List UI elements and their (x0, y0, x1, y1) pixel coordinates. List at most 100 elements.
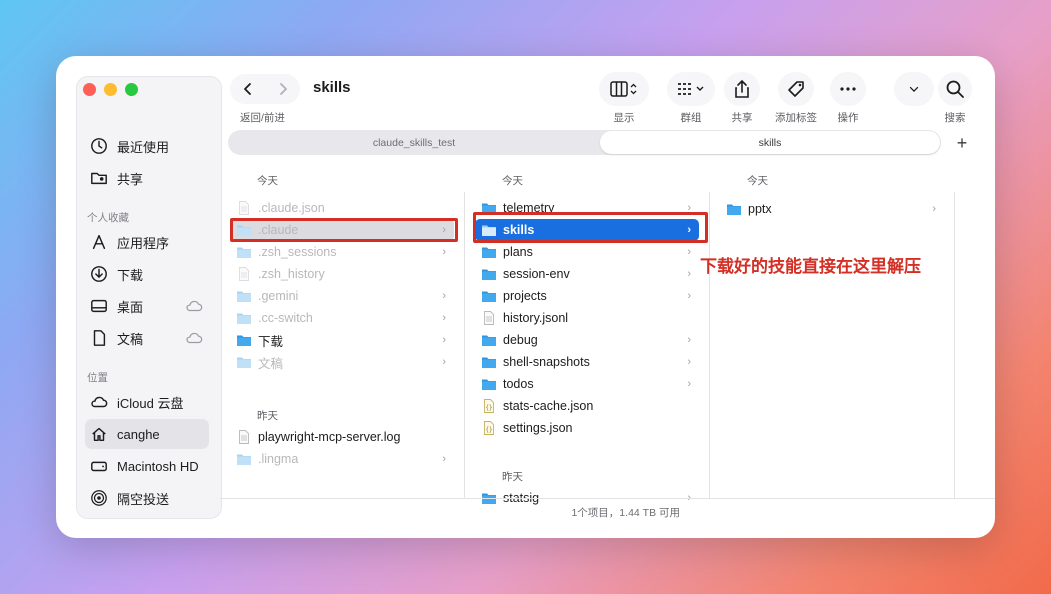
json-file-icon: {} (484, 421, 494, 435)
add-tag-button[interactable] (778, 72, 814, 106)
minimize-window-button[interactable] (104, 83, 117, 96)
annotation-text: 下载好的技能直接在这里解压 (700, 257, 921, 276)
sidebar-item-icloud[interactable]: iCloud 云盘 (85, 387, 209, 417)
folder-row[interactable]: .cc-switch › (230, 307, 454, 329)
group-button[interactable] (667, 72, 715, 106)
nav-button-group (230, 74, 300, 104)
item-name: pptx (748, 202, 772, 216)
folder-row[interactable]: plans › (475, 241, 699, 263)
more-dropdown-button[interactable] (894, 72, 934, 106)
sidebar-item-label: 隔空投送 (117, 491, 170, 507)
close-window-button[interactable] (83, 83, 96, 96)
tab-skills[interactable]: skills (600, 131, 940, 154)
sidebar-item-label: 最近使用 (117, 139, 170, 155)
folder-row[interactable]: shell-snapshots › (475, 351, 699, 373)
folder-row[interactable]: session-env › (475, 263, 699, 285)
chevron-right-icon: › (442, 356, 446, 368)
favorites-heading: 个人收藏 (87, 212, 129, 224)
document-icon (89, 328, 109, 348)
sidebar-item-label: 共享 (117, 171, 144, 187)
item-name: .claude.json (258, 201, 325, 215)
clock-icon (89, 136, 109, 156)
item-name: todos (503, 377, 534, 391)
item-name: session-env (503, 267, 570, 281)
sidebar-item-label: Macintosh HD (117, 458, 199, 474)
col1-yesterday-heading: 昨天 (257, 410, 278, 422)
add-tab-button[interactable]: + (952, 133, 972, 153)
back-button[interactable] (230, 74, 265, 104)
folder-row[interactable]: .lingma › (230, 448, 454, 470)
icloud-status-icon (186, 332, 203, 344)
shared-folder-icon (89, 168, 109, 188)
sidebar-item-documents[interactable]: 文稿 (85, 323, 209, 353)
finder-window: 最近使用 共享 个人收藏 应用程序 下载 桌面 文稿 位置 iCloud 云盘 … (56, 56, 995, 538)
folder-icon (237, 454, 251, 465)
chevron-right-icon: › (442, 246, 446, 258)
sidebar-item-shared[interactable]: 共享 (85, 163, 209, 193)
forward-button[interactable] (265, 74, 300, 104)
search-button[interactable] (938, 72, 972, 106)
tab-claude-skills-test[interactable]: claude_skills_test (228, 130, 600, 155)
chevron-right-icon: › (932, 203, 936, 215)
folder-row[interactable]: debug › (475, 329, 699, 351)
file-row[interactable]: playwright-mcp-server.log (230, 426, 454, 448)
folder-icon (482, 247, 496, 258)
chevron-right-icon: › (687, 334, 691, 346)
sidebar-item-macintosh-hd[interactable]: Macintosh HD (85, 451, 209, 481)
folder-row[interactable]: 下载 › (230, 329, 454, 351)
sidebar-item-applications[interactable]: 应用程序 (85, 227, 209, 257)
item-name: debug (503, 333, 538, 347)
folder-row[interactable]: projects › (475, 285, 699, 307)
item-name: plans (503, 245, 533, 259)
download-icon (89, 264, 109, 284)
item-name: .zsh_sessions (258, 245, 337, 259)
annotation-box-claude (230, 218, 458, 242)
tag-icon (788, 81, 804, 97)
sidebar-item-airdrop[interactable]: 隔空投送 (85, 483, 209, 513)
folder-icon (482, 269, 496, 280)
file-row[interactable]: {} stats-cache.json (475, 395, 699, 417)
sidebar-item-label: 下载 (117, 267, 144, 283)
plus-icon: + (956, 132, 968, 153)
document-icon (484, 311, 494, 325)
annotation-box-skills (473, 212, 708, 243)
sidebar-item-desktop[interactable]: 桌面 (85, 291, 209, 321)
chevron-right-icon: › (687, 268, 691, 280)
zoom-window-button[interactable] (125, 83, 138, 96)
folder-row[interactable]: 文稿 › (230, 351, 454, 373)
chevron-right-icon: › (687, 378, 691, 390)
window-title: skills (313, 79, 351, 96)
file-row[interactable]: .zsh_history (230, 263, 454, 285)
folder-row[interactable]: .gemini › (230, 285, 454, 307)
item-name: playwright-mcp-server.log (258, 430, 401, 444)
item-name: 文稿 (258, 356, 284, 371)
add-tag-caption: 添加标签 (775, 112, 817, 124)
folder-icon (237, 291, 251, 302)
file-row[interactable]: history.jsonl (475, 307, 699, 329)
action-button[interactable] (830, 72, 866, 106)
chevron-right-icon: › (687, 246, 691, 258)
col3-today-heading: 今天 (747, 175, 768, 187)
sidebar-item-downloads[interactable]: 下载 (85, 259, 209, 289)
file-row[interactable]: .claude.json (230, 197, 454, 219)
chevron-left-icon (243, 83, 251, 95)
sidebar-item-recents[interactable]: 最近使用 (85, 131, 209, 161)
column-divider (464, 192, 465, 498)
item-name: stats-cache.json (503, 399, 594, 413)
tab-bar: claude_skills_test skills (228, 130, 941, 155)
file-row[interactable]: {} settings.json (475, 417, 699, 439)
more-icon (840, 87, 856, 91)
group-icon (678, 83, 704, 95)
hard-drive-icon (89, 456, 109, 476)
folder-row[interactable]: .zsh_sessions › (230, 241, 454, 263)
sidebar: 最近使用 共享 个人收藏 应用程序 下载 桌面 文稿 位置 iCloud 云盘 … (76, 76, 222, 519)
col2-today-heading: 今天 (502, 175, 523, 187)
share-button[interactable] (724, 72, 760, 106)
status-divider (220, 498, 995, 499)
folder-row[interactable]: todos › (475, 373, 699, 395)
folder-row[interactable]: pptx › (720, 198, 944, 220)
chevron-right-icon: › (442, 453, 446, 465)
view-button[interactable] (599, 72, 649, 106)
sidebar-item-home[interactable]: canghe (85, 419, 209, 449)
chevron-right-icon: › (442, 334, 446, 346)
